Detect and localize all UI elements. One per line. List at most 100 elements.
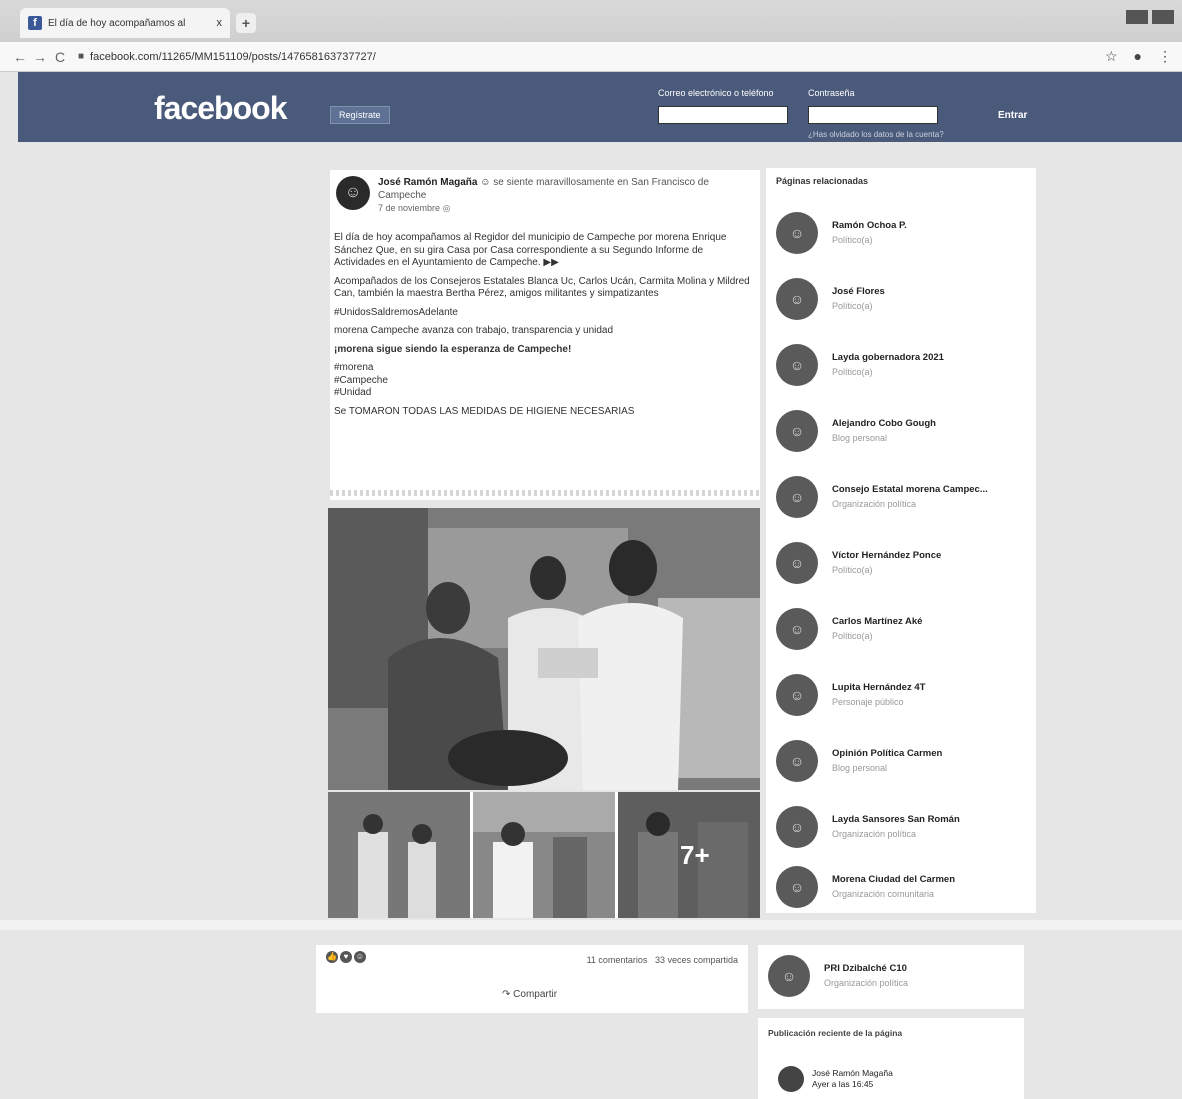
post-paragraph-1: El día de hoy acompañamos al Regidor del… [334,232,727,268]
related-page-item[interactable]: ☺ Ramón Ochoa P. Político(a) [776,208,1027,258]
related-page-item[interactable]: ☺ Morena Ciudad del Carmen Organización c… [776,862,1027,912]
page-name[interactable]: Lupita Hernández 4T [832,681,1027,695]
page-avatar: ☺ [768,955,810,997]
post-date[interactable]: 7 de noviembre ◎ [378,202,738,215]
author-name[interactable]: José Ramón Magaña [378,177,477,188]
recent-post-time: Ayer a las 16:45 [812,1079,874,1089]
related-pages-panel-continued: ☺ PRI Dzibalché C10 Organización política [758,945,1024,1009]
globe-icon: ◎ [442,203,451,213]
page-name[interactable]: Layda gobernadora 2021 [832,351,1027,365]
browser-tab[interactable]: f El día de hoy acompañamos al x [20,8,230,38]
forgot-account-link[interactable]: ¿Has olvidado los datos de la cuenta? [808,130,944,139]
post-body: El día de hoy acompañamos al Regidor del… [334,232,754,424]
menu-icon[interactable]: ⋮ [1158,48,1172,65]
page-name[interactable]: José Flores [832,285,1027,299]
thumb-scene [328,792,470,918]
new-tab-button[interactable]: + [236,13,256,33]
post-stats: 11 comentarios 33 veces compartida [587,955,738,965]
divider [330,490,760,496]
related-page-item[interactable]: ☺ Lupita Hernández 4T Personaje público [776,670,1027,720]
page-avatar: ☺ [776,608,818,650]
recent-post-item[interactable]: José Ramón Magaña Ayer a las 16:45 [778,1066,893,1092]
password-input[interactable] [808,106,938,124]
post-card: ☺ José Ramón Magaña ☺ se siente maravill… [330,170,760,500]
page-name[interactable]: Víctor Hernández Ponce [832,549,1027,563]
reload-button[interactable]: C [50,49,70,65]
page-category: Organización comunitaria [832,889,935,899]
post-photo-thumb[interactable] [473,792,615,918]
hashtag-link[interactable]: #UnidosSaldremosAdelante [334,307,754,320]
post-paragraph-2: Acompañados de los Consejeros Estatales … [334,275,750,300]
hashtag-list: #morena #Campeche #Unidad [334,362,754,400]
page-avatar: ☺ [776,212,818,254]
related-page-item[interactable]: ☺ Víctor Hernández Ponce Político(a) [776,538,1027,588]
feeling-icon: ☺ [480,177,494,188]
bookmark-star-icon[interactable]: ☆ [1105,48,1118,65]
photo-scene [328,508,760,790]
page-category: Organización política [824,978,909,988]
scan-gap [0,920,1182,930]
share-icon: ↷ [502,989,511,1000]
related-page-item[interactable]: ☺ Layda Sansores San Román Organización p… [776,802,1027,852]
page-category: Blog personal [832,763,888,773]
recent-post-author[interactable]: José Ramón Magaña [812,1068,893,1079]
comments-count[interactable]: 11 comentarios [587,955,648,965]
page-category: Político(a) [832,235,873,245]
page-category: Organización política [832,499,917,509]
maximize-button[interactable] [1152,10,1174,24]
post-photo-thumb-more[interactable]: 7+ [618,792,760,918]
wow-reaction-icon: ☺ [354,951,366,963]
related-page-item[interactable]: ☺ Consejo Estatal morena Campec... Organi… [776,472,1027,522]
thumb-scene [473,792,615,918]
hashtag-link[interactable]: #Unidad [334,387,371,398]
share-label: Compartir [513,989,558,1000]
post-paragraph-5: ¡morena sigue siendo la esperanza de Cam… [334,343,572,355]
related-page-item[interactable]: ☺ José Flores Político(a) [776,274,1027,324]
page-name[interactable]: Consejo Estatal morena Campec... [832,483,1027,497]
shares-count[interactable]: 33 veces compartida [655,955,738,965]
related-page-item[interactable]: ☺ Carlos Martínez Aké Político(a) [776,604,1027,654]
related-page-item[interactable]: ☺ Alejandro Cobo Gough Blog personal [776,406,1027,456]
page-category: Blog personal [832,433,888,443]
back-button[interactable]: ← [10,49,30,65]
post-photo-thumbnails: 7+ [328,792,760,918]
url-field[interactable]: ■ facebook.com/11265/MM151109/posts/1476… [78,51,376,63]
page-category: Personaje público [832,697,904,707]
post-photo-thumb[interactable] [328,792,470,918]
page-avatar: ☺ [776,806,818,848]
author-block: José Ramón Magaña ☺ se siente maravillos… [378,176,738,215]
page-avatar: ☺ [776,740,818,782]
related-page-item[interactable]: ☺ Layda gobernadora 2021 Político(a) [776,340,1027,390]
page-category: Político(a) [832,367,873,377]
page-name[interactable]: Alejandro Cobo Gough [832,417,1027,431]
email-input[interactable] [658,106,788,124]
minimize-button[interactable] [1126,10,1148,24]
page-category: Político(a) [832,631,873,641]
page-name[interactable]: Morena Ciudad del Carmen [832,873,1027,887]
tab-close-button[interactable]: x [217,17,223,29]
page-name[interactable]: Opinión Política Carmen [832,747,1027,761]
post-photo-main[interactable] [328,508,760,790]
reactions[interactable]: 👍 ♥ ☺ [326,951,366,963]
related-page-item[interactable]: ☺ PRI Dzibalché C10 Organización política [768,951,1019,1001]
author-avatar[interactable]: ☺ [336,176,370,210]
related-page-item[interactable]: ☺ Opinión Política Carmen Blog personal [776,736,1027,786]
page-name[interactable]: PRI Dzibalché C10 [824,962,1019,976]
page-name[interactable]: Carlos Martínez Aké [832,615,1027,629]
login-button[interactable]: Entrar [998,110,1027,121]
profile-icon[interactable]: ● [1134,48,1142,65]
hashtag-link[interactable]: #Campeche [334,375,388,386]
forward-button[interactable]: → [30,49,50,65]
post-footer: 👍 ♥ ☺ 11 comentarios 33 veces compartida… [316,945,748,1013]
page-avatar: ☺ [776,278,818,320]
page-name[interactable]: Ramón Ochoa P. [832,219,1027,233]
facebook-logo[interactable]: facebook [154,90,287,127]
lock-icon: ■ [78,51,85,62]
recent-post-panel: Publicación reciente de la página José R… [758,1018,1024,1099]
facebook-header: facebook Regístrate Correo electrónico o… [18,72,1182,142]
register-button[interactable]: Regístrate [330,106,390,124]
page-name[interactable]: Layda Sansores San Román [832,813,1027,827]
password-label: Contraseña [808,88,855,98]
hashtag-link[interactable]: #morena [334,362,373,373]
share-button[interactable]: ↷ Compartir [502,989,557,1000]
